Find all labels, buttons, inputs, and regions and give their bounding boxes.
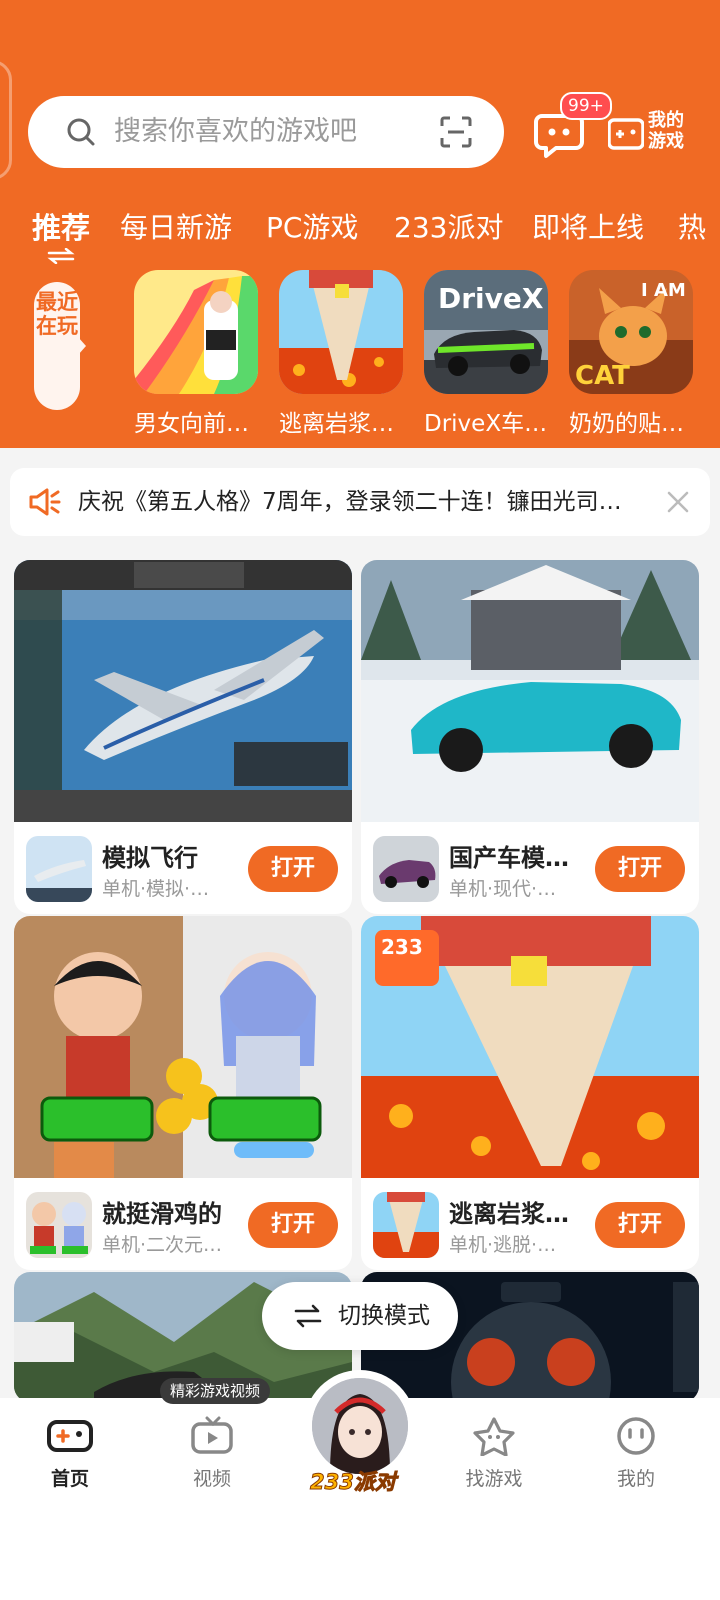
open-button[interactable]: 打开 bbox=[248, 1202, 338, 1248]
recent-played-label[interactable]: 最近在玩 bbox=[34, 282, 80, 410]
message-badge: 99+ bbox=[560, 92, 612, 120]
game-tags: 单机·现代·… bbox=[449, 878, 557, 900]
game-name: 模拟飞行 bbox=[102, 844, 198, 872]
category-tabs: 推荐 每日新游 PC游戏 233派对 即将上线 热 bbox=[0, 206, 720, 258]
tab-pc-games[interactable]: PC游戏 bbox=[266, 206, 358, 250]
search-icon bbox=[67, 118, 95, 146]
video-tooltip: 精彩游戏视频 bbox=[160, 1378, 271, 1404]
game-info: 逃离岩浆… 单机·逃脱·… 打开 bbox=[361, 1178, 699, 1270]
nav-find-games[interactable]: 找游戏 bbox=[444, 1416, 544, 1491]
recent-game-label: 男女向前… bbox=[134, 411, 249, 437]
recent-game-thumbnail bbox=[279, 270, 403, 394]
recent-label-text: 最近在玩 bbox=[36, 290, 78, 338]
game-icon bbox=[373, 1192, 439, 1258]
game-tags: 单机·逃脱·… bbox=[449, 1234, 557, 1256]
party-logo-label[interactable]: 233派对 bbox=[310, 1466, 397, 1496]
game-icon bbox=[26, 1192, 92, 1258]
svg-text:DriveX: DriveX bbox=[438, 282, 544, 315]
recent-game-thumbnail: DriveX bbox=[424, 270, 548, 394]
my-games-button[interactable]: 我的游戏 bbox=[608, 108, 694, 158]
header: 搜索你喜欢的游戏吧 99+ 我的游戏 推荐 每日新游 PC游戏 233派对 即将… bbox=[0, 0, 720, 448]
nav-mine[interactable]: 我的 bbox=[586, 1416, 686, 1491]
game-icon bbox=[373, 836, 439, 902]
nav-mine-label: 我的 bbox=[616, 1468, 655, 1490]
game-info: 模拟飞行 单机·模拟·… 打开 bbox=[14, 822, 352, 914]
game-tags: 单机·模拟·… bbox=[102, 878, 210, 900]
announcement-bar[interactable]: 庆祝《第五人格》7周年，登录领二十连！镰田光司… bbox=[10, 468, 710, 536]
recent-arrow bbox=[78, 337, 86, 355]
open-button[interactable]: 打开 bbox=[248, 846, 338, 892]
game-banner bbox=[14, 560, 352, 822]
tab-indicator-icon bbox=[47, 248, 75, 264]
star-icon bbox=[473, 1417, 515, 1457]
decorative-arc bbox=[0, 60, 12, 180]
speaker-icon bbox=[29, 488, 61, 516]
game-card[interactable]: 国产车模… 单机·现代·… 打开 bbox=[361, 560, 699, 914]
game-card[interactable]: 233 逃离岩浆… 单机·逃脱·… 打开 bbox=[361, 916, 699, 1270]
my-games-label: 我的游戏 bbox=[648, 110, 684, 152]
party-avatar[interactable] bbox=[312, 1378, 408, 1474]
nav-find-games-label: 找游戏 bbox=[465, 1468, 523, 1490]
close-icon[interactable] bbox=[666, 490, 690, 514]
game-banner bbox=[361, 560, 699, 822]
game-info: 国产车模… 单机·现代·… 打开 bbox=[361, 822, 699, 914]
game-banner: 233 bbox=[361, 916, 699, 1178]
recent-game-label: 逃离岩浆… bbox=[279, 411, 394, 437]
gamepad-icon bbox=[608, 118, 644, 150]
recent-game-thumbnail: I AM CAT bbox=[569, 270, 693, 394]
app-screen: 搜索你喜欢的游戏吧 99+ 我的游戏 推荐 每日新游 PC游戏 233派对 即将… bbox=[0, 0, 720, 1600]
svg-text:CAT: CAT bbox=[575, 361, 630, 391]
video-icon bbox=[191, 1416, 233, 1454]
tab-233-party[interactable]: 233派对 bbox=[394, 206, 503, 250]
game-tags: 单机·二次元… bbox=[102, 1234, 223, 1256]
open-button[interactable]: 打开 bbox=[595, 846, 685, 892]
svg-text:I AM: I AM bbox=[641, 280, 686, 301]
search-placeholder: 搜索你喜欢的游戏吧 bbox=[114, 116, 357, 147]
recent-game[interactable]: I AM CAT 奶奶的贴… bbox=[569, 270, 695, 438]
game-name: 逃离岩浆… bbox=[449, 1200, 569, 1228]
tab-daily-new[interactable]: 每日新游 bbox=[120, 206, 232, 250]
tab-upcoming[interactable]: 即将上线 bbox=[532, 206, 644, 250]
tab-hot[interactable]: 热 bbox=[678, 206, 706, 250]
switch-mode-label: 切换模式 bbox=[338, 1303, 430, 1329]
game-info: 就挺滑鸡的 单机·二次元… 打开 bbox=[14, 1178, 352, 1270]
game-icon bbox=[26, 836, 92, 902]
game-name: 国产车模… bbox=[449, 844, 569, 872]
recent-game[interactable]: DriveX DriveX车… bbox=[424, 270, 550, 438]
recent-game[interactable]: 逃离岩浆… bbox=[279, 270, 405, 438]
announcement-text: 庆祝《第五人格》7周年，登录领二十连！镰田光司… bbox=[78, 489, 622, 515]
recent-game-label: DriveX车… bbox=[424, 411, 548, 437]
nav-home[interactable]: 首页 bbox=[20, 1416, 120, 1491]
nav-video[interactable]: 视频 bbox=[162, 1416, 262, 1491]
switch-mode-button[interactable]: 切换模式 bbox=[262, 1282, 458, 1350]
game-banner bbox=[14, 916, 352, 1178]
tab-recommended[interactable]: 推荐 bbox=[32, 206, 90, 250]
nav-home-label: 首页 bbox=[50, 1468, 89, 1490]
svg-text:233: 233 bbox=[381, 935, 423, 959]
game-card[interactable]: 就挺滑鸡的 单机·二次元… 打开 bbox=[14, 916, 352, 1270]
search-bar[interactable]: 搜索你喜欢的游戏吧 bbox=[28, 96, 504, 168]
recent-game-thumbnail bbox=[134, 270, 258, 394]
open-button[interactable]: 打开 bbox=[595, 1202, 685, 1248]
nav-video-label: 视频 bbox=[192, 1468, 231, 1490]
game-name: 就挺滑鸡的 bbox=[102, 1200, 222, 1228]
recent-game-label: 奶奶的贴… bbox=[569, 411, 684, 437]
recent-game[interactable]: 男女向前… bbox=[134, 270, 260, 438]
swap-icon bbox=[294, 1304, 322, 1328]
gamepad-icon bbox=[47, 1420, 93, 1452]
game-card[interactable]: 模拟飞行 单机·模拟·… 打开 bbox=[14, 560, 352, 914]
scan-icon[interactable] bbox=[440, 116, 472, 148]
smile-icon bbox=[617, 1417, 655, 1455]
